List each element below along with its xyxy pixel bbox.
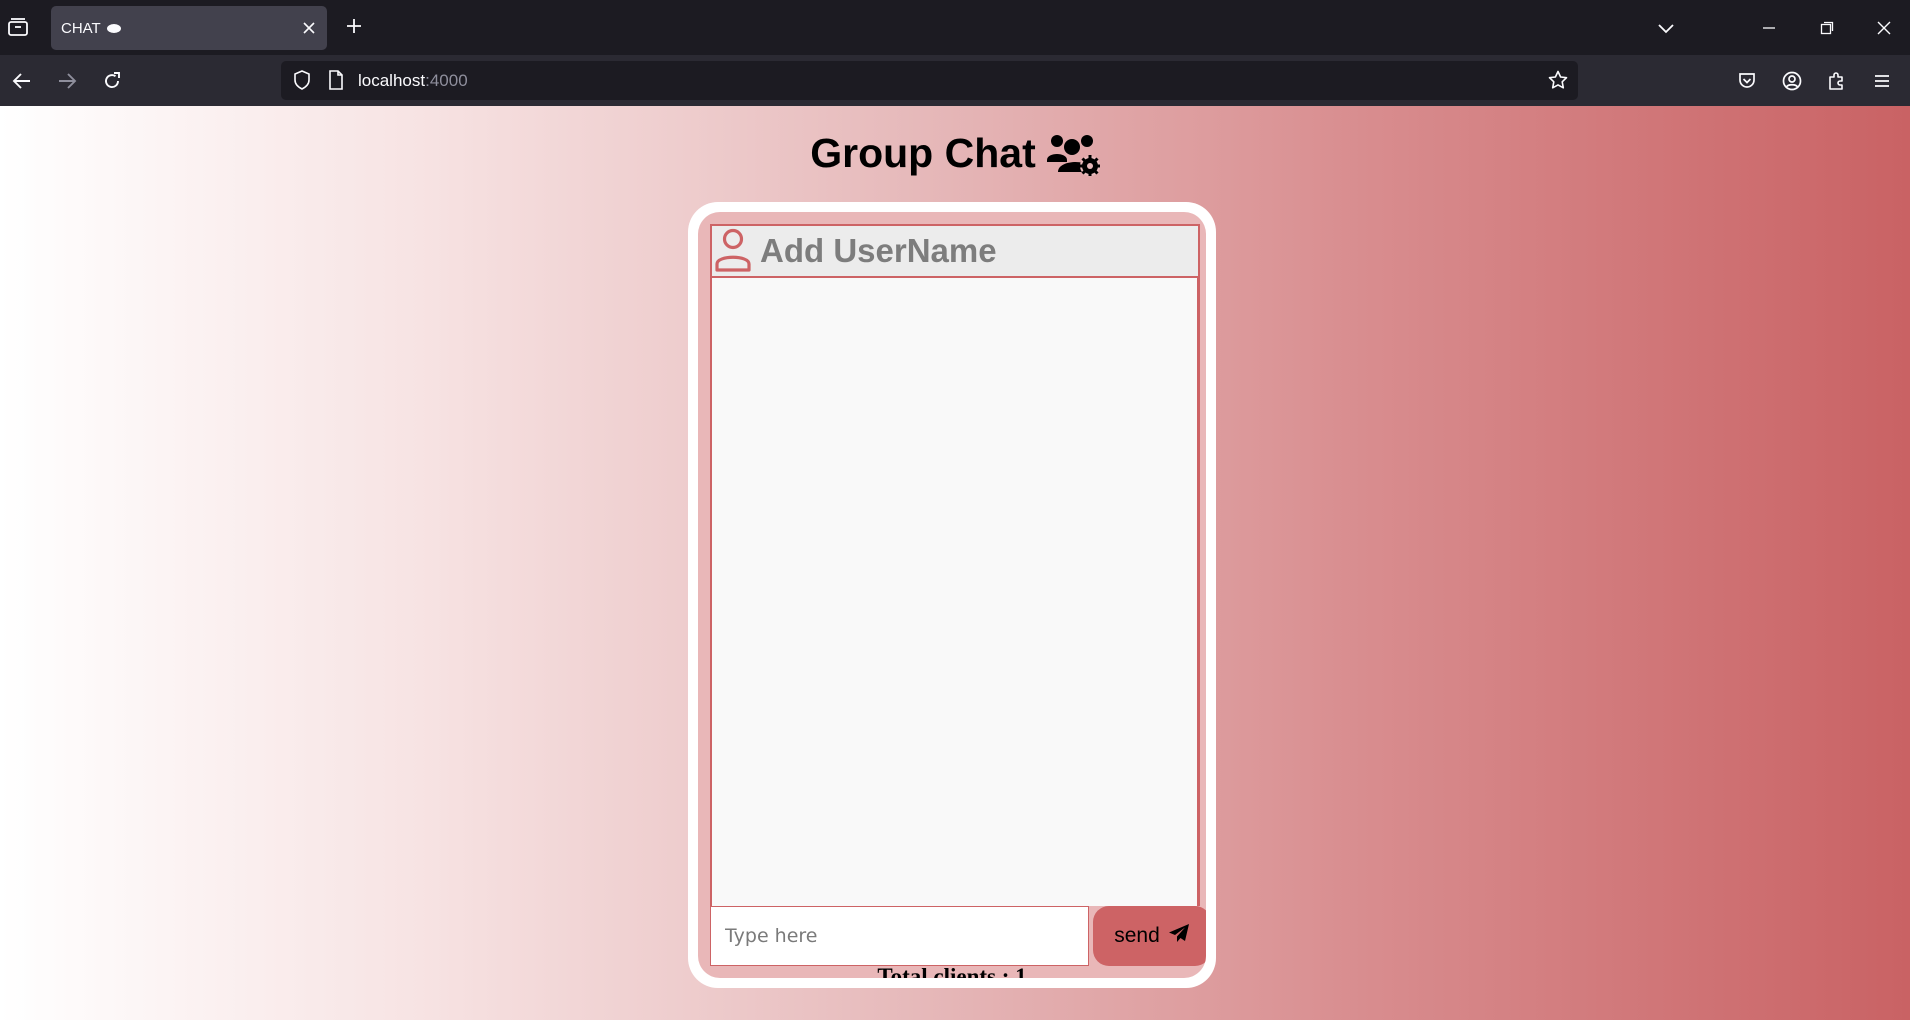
bookmark-star-icon[interactable] (1546, 68, 1570, 92)
back-arrow-icon[interactable] (6, 65, 38, 97)
url-bar[interactable]: localhost:4000 (281, 61, 1578, 100)
menu-icon[interactable] (1866, 65, 1898, 97)
send-label: send (1114, 924, 1160, 947)
restore-icon[interactable] (1813, 14, 1841, 42)
messages-area[interactable] (710, 278, 1200, 906)
page-icon[interactable] (325, 69, 347, 91)
username-row (710, 224, 1200, 278)
tab-title: CHAT (61, 19, 101, 37)
close-tab-icon[interactable] (299, 18, 319, 38)
users-gear-icon (1046, 132, 1100, 176)
reload-icon[interactable] (96, 65, 128, 97)
tab-bar: CHAT (0, 0, 1910, 55)
forward-arrow-icon[interactable] (51, 65, 83, 97)
page-viewport: Group Chat Add UserName Type here send T… (0, 106, 1910, 1020)
shield-icon[interactable] (291, 69, 313, 91)
username-input[interactable] (760, 226, 1196, 276)
message-input[interactable] (710, 906, 1089, 966)
chat-card: send Total clients : 1 (688, 202, 1216, 988)
new-tab-button[interactable] (342, 14, 366, 38)
chevron-down-icon[interactable] (1652, 14, 1680, 42)
url-port: :4000 (425, 71, 468, 90)
url-host: localhost (358, 71, 426, 90)
navigation-bar: localhost:4000 (0, 55, 1910, 106)
send-button[interactable]: send (1093, 906, 1206, 966)
user-icon (714, 228, 752, 272)
url-text[interactable]: localhost:4000 (358, 71, 468, 91)
total-clients: Total clients : 1 (877, 964, 1027, 978)
page-title-text: Group Chat (810, 130, 1036, 176)
window-close-icon[interactable] (1870, 14, 1898, 42)
tab-overview-icon[interactable] (0, 9, 36, 45)
page-title: Group Chat (0, 130, 1910, 177)
minimize-icon[interactable] (1755, 14, 1783, 42)
speech-bubble-icon (106, 23, 121, 33)
paper-plane-icon (1168, 923, 1190, 949)
account-icon[interactable] (1776, 65, 1808, 97)
extensions-icon[interactable] (1821, 65, 1853, 97)
chat-container: send Total clients : 1 (698, 212, 1206, 978)
pocket-icon[interactable] (1731, 65, 1763, 97)
tab-chat[interactable]: CHAT (51, 6, 327, 50)
